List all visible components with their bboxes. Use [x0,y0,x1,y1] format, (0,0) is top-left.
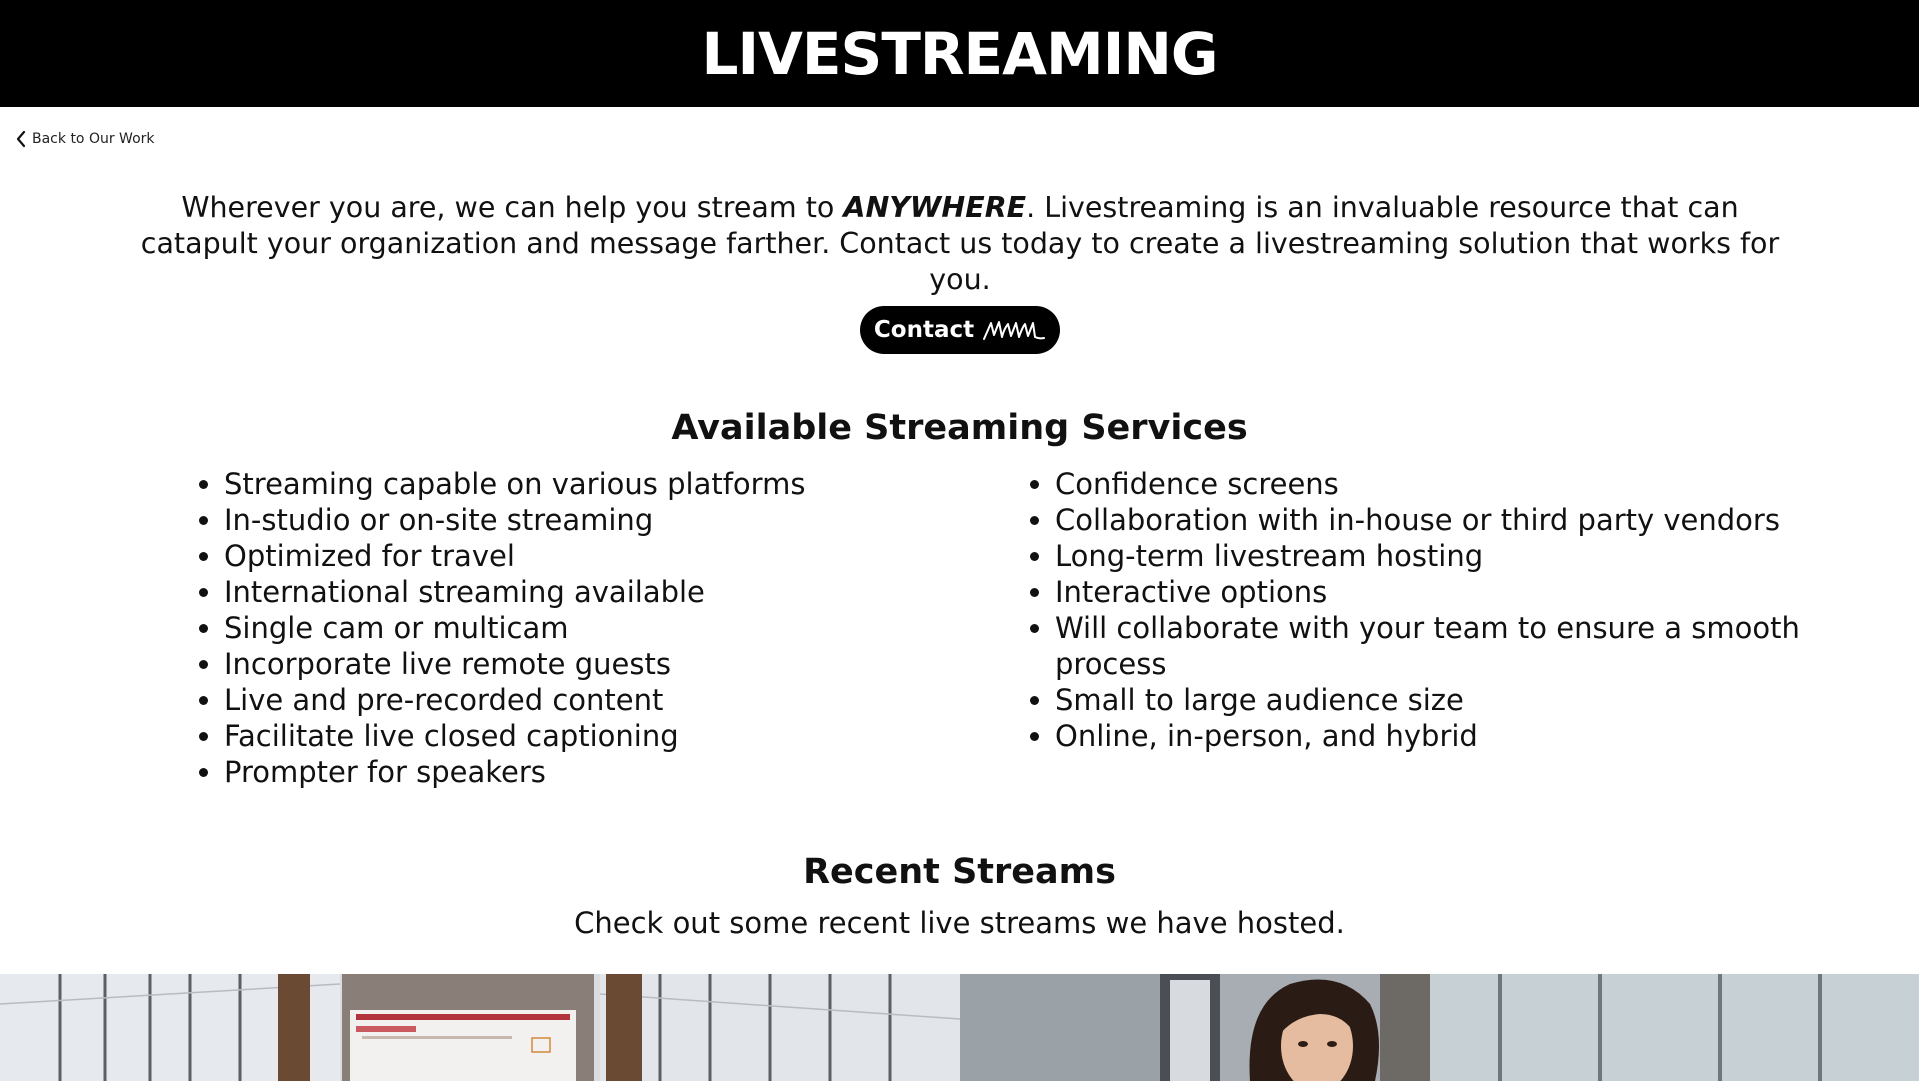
service-item: Single cam or multicam [224,610,984,646]
stream-thumbnail-image [0,974,960,1081]
page-title: LIVESTREAMING [701,19,1219,88]
service-item: International streaming available [224,574,984,610]
intro-text-before: Wherever you are, we can help you stream… [181,191,844,224]
service-item: Live and pre-recorded content [224,682,984,718]
signature-logo [983,321,1046,340]
service-item: In-studio or on-site streaming [224,502,984,538]
intro-paragraph: Wherever you are, we can help you stream… [140,190,1780,298]
service-item: Online, in-person, and hybrid [1055,718,1815,754]
recent-streams-subtitle: Check out some recent live streams we ha… [574,906,1345,940]
recent-streams-title: Recent Streams [803,852,1116,892]
services-list-left: Streaming capable on various platforms I… [196,466,984,790]
stream-thumbnail[interactable] [0,974,960,1081]
back-to-our-work-link[interactable]: Back to Our Work [16,128,155,150]
intro-emphasis: ANYWHERE [843,191,1027,224]
services-title: Available Streaming Services [671,408,1248,448]
page-header: LIVESTREAMING [0,0,1919,107]
service-item: Incorporate live remote guests [224,646,984,682]
stream-thumbnail[interactable] [960,974,1919,1081]
service-item: Optimized for travel [224,538,984,574]
contact-button[interactable]: Contact [860,306,1060,354]
service-item: Small to large audience size [1055,682,1815,718]
chevron-left-icon [16,130,26,148]
service-item: Interactive options [1055,574,1815,610]
service-item: Collaboration with in-house or third par… [1055,502,1815,538]
service-item: Prompter for speakers [224,754,984,790]
service-item: Long-term livestream hosting [1055,538,1815,574]
service-item: Streaming capable on various platforms [224,466,984,502]
service-item: Facilitate live closed captioning [224,718,984,754]
contact-button-label: Contact [873,317,975,343]
back-link-label: Back to Our Work [32,131,155,147]
stream-thumbnail-image [960,974,1919,1081]
service-item: Will collaborate with your team to ensur… [1055,610,1815,682]
service-item: Confidence screens [1055,466,1815,502]
services-list-right: Confidence screens Collaboration with in… [1027,466,1815,754]
